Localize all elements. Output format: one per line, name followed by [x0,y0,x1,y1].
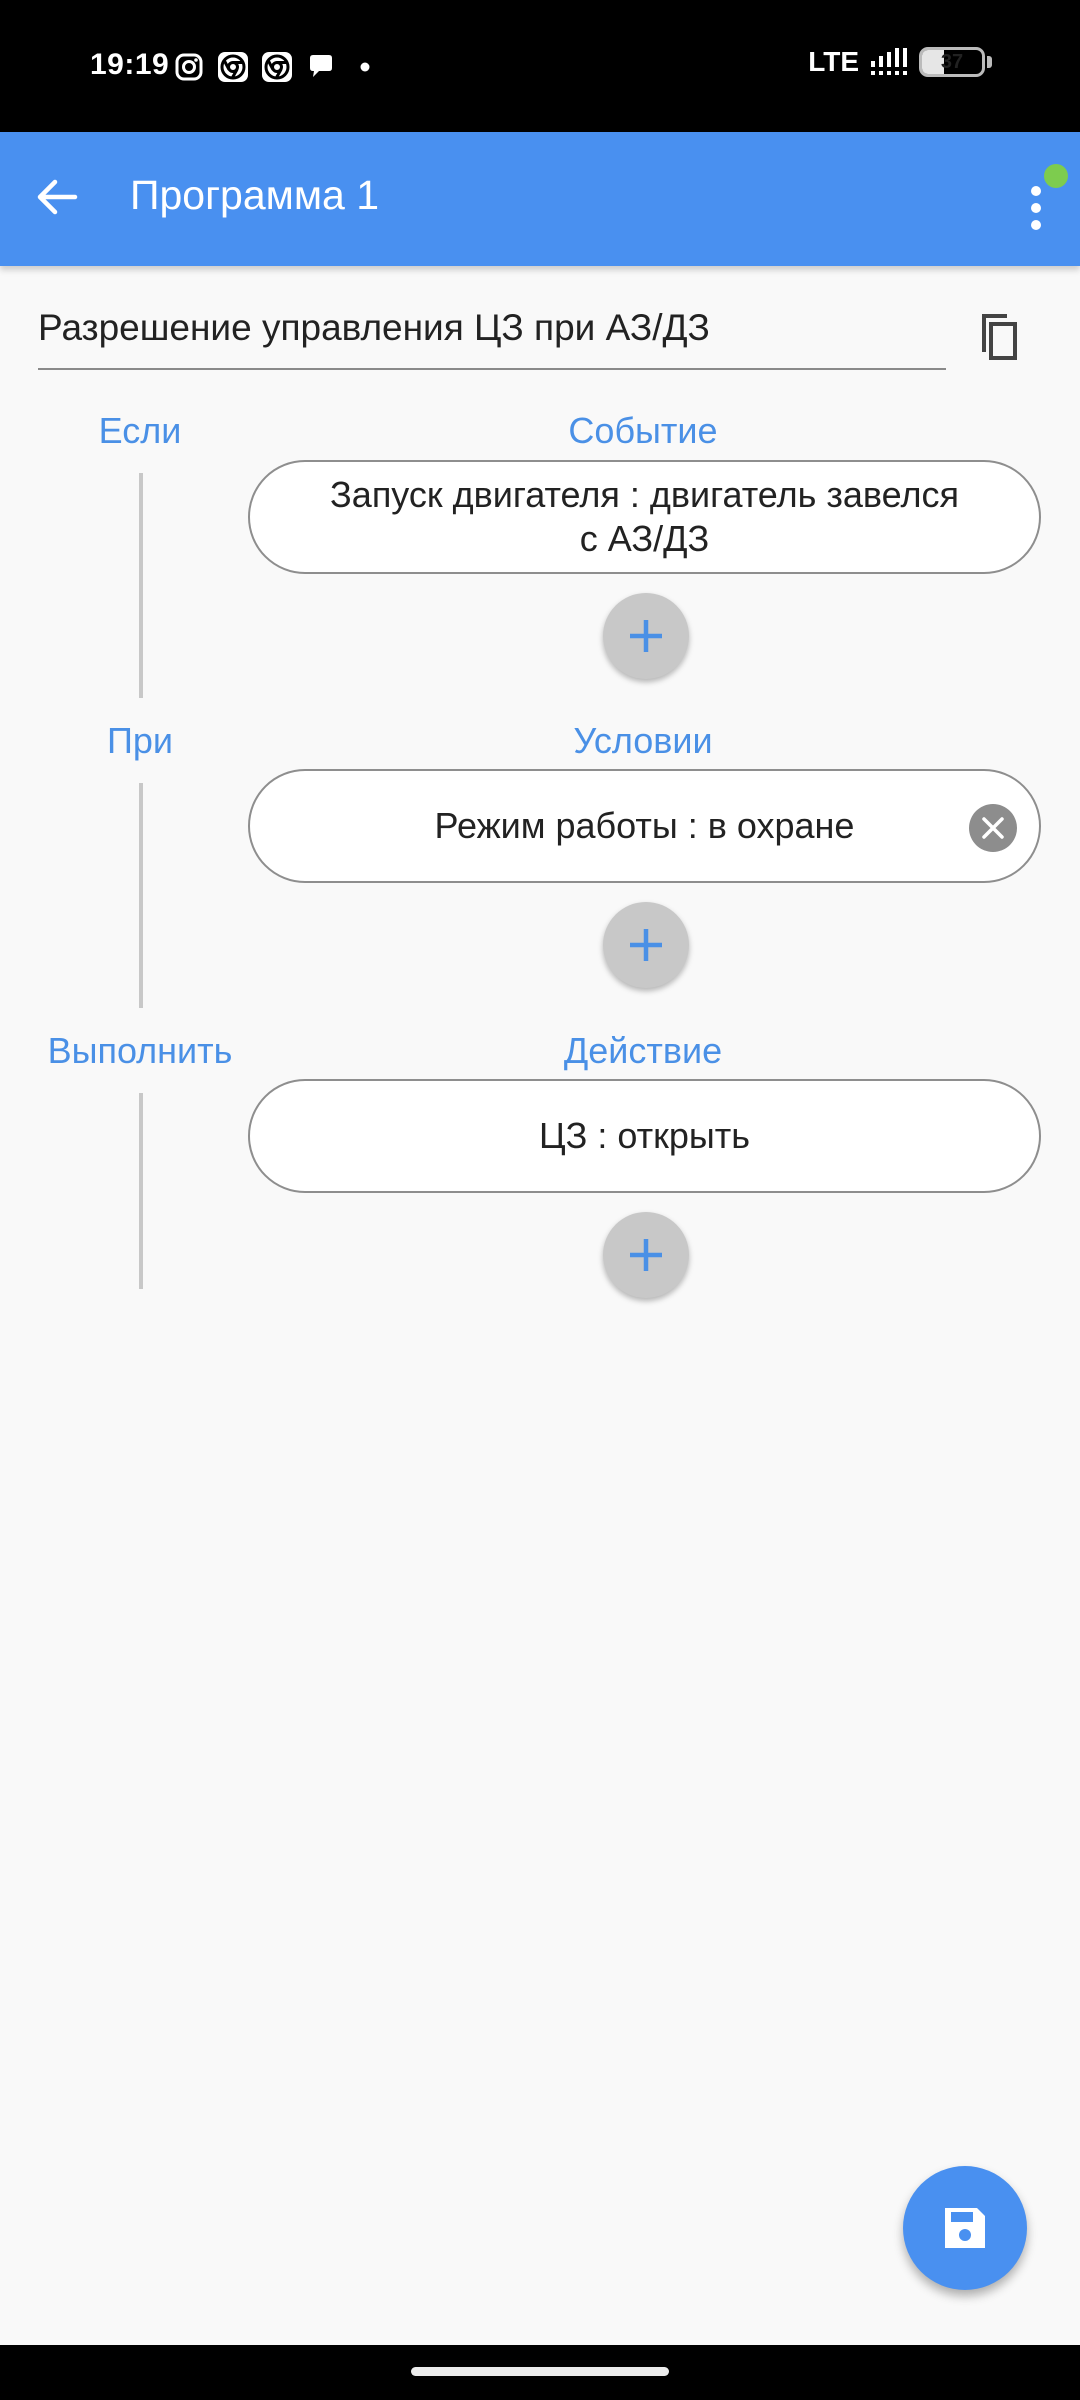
battery-tip [987,56,992,68]
notification-badge [1044,164,1068,188]
overflow-menu-button[interactable] [1004,162,1070,234]
plus-icon [630,929,662,961]
section-divider-line [139,473,143,698]
event-item[interactable]: Запуск двигателя : двигатель завелся с А… [248,460,1041,574]
more-vert-icon [1031,186,1041,196]
copy-button[interactable] [975,306,1029,368]
add-action-button[interactable] [603,1212,689,1298]
back-button[interactable] [24,164,90,230]
condition-item-text: Режим работы : в охране [434,805,855,846]
navigation-bar [0,2345,1080,2400]
plus-icon [630,620,662,652]
chrome-icon [218,52,248,82]
battery-level: 37 [940,50,964,73]
copy-icon [982,314,1017,360]
action-item[interactable]: ЦЗ : открыть [248,1079,1041,1193]
signal-icon [871,48,907,75]
network-type: LTE [808,46,859,77]
add-condition-button[interactable] [603,902,689,988]
status-system-icons: LTE 37 [808,46,992,78]
section-label-if: Если [98,410,182,451]
page-title: Программа 1 [130,172,380,218]
action-item-text: ЦЗ : открыть [539,1115,750,1156]
dot-icon [360,62,370,72]
chat-icon [310,55,332,77]
add-event-button[interactable] [603,593,689,679]
battery-indicator: 37 [919,47,985,77]
status-time: 19:19 [90,48,170,81]
section-divider-line [139,1093,143,1289]
event-item-line-2: с АЗ/ДЗ [579,518,710,559]
chrome-icon [262,52,292,82]
condition-item[interactable]: Режим работы : в охране [248,769,1041,883]
section-divider-line [139,783,143,1008]
more-vert-dot [1031,203,1041,213]
close-icon [982,817,1004,839]
status-bar: 19:19 LTE 37 [0,0,1080,132]
arrow-left-icon [37,179,78,215]
event-item-line-1: Запуск двигателя : двигатель завелся [330,474,959,515]
plus-icon [630,1239,662,1271]
section-title-event: Событие [568,410,718,451]
home-gesture-handle[interactable] [411,2367,669,2376]
app-bar: Программа 1 [0,132,1080,266]
program-name-field[interactable]: Разрешение управления ЦЗ при АЗ/ДЗ [38,300,946,370]
save-button[interactable] [903,2166,1027,2290]
more-vert-dot [1031,220,1041,230]
section-title-condition: Условии [573,720,713,761]
event-item-text: Запуск двигателя : двигатель завелся с А… [330,473,959,561]
section-label-execute: Выполнить [47,1030,233,1071]
instagram-icon [175,53,203,81]
save-icon [945,2208,985,2248]
status-notification-icons [172,50,382,84]
remove-condition-button[interactable] [969,804,1017,852]
section-title-action: Действие [563,1030,723,1071]
section-label-when: При [106,720,173,761]
